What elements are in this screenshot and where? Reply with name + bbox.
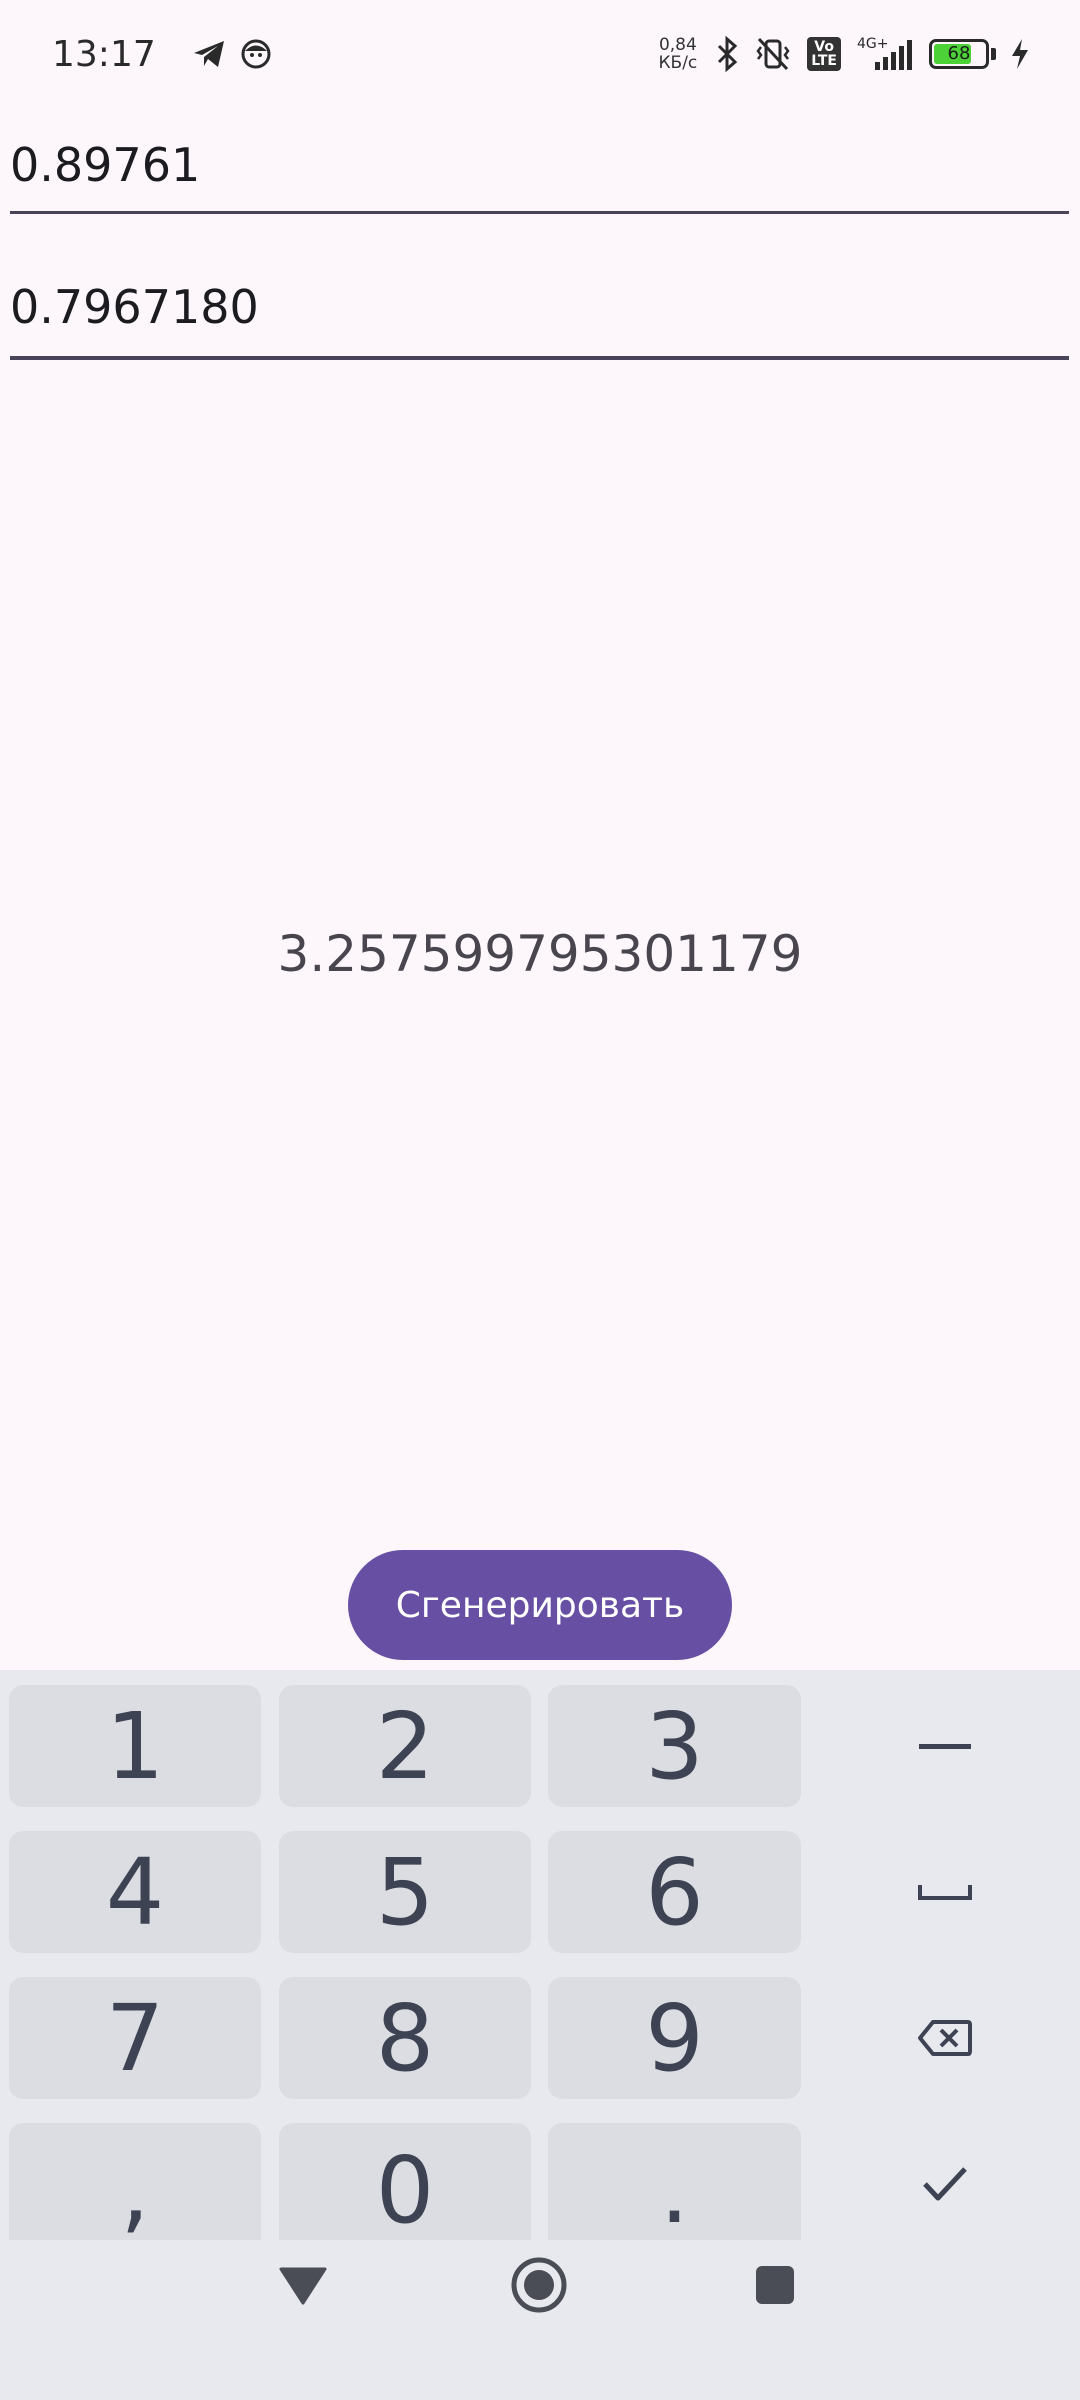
- key-4[interactable]: 4: [9, 1831, 261, 1953]
- key-3[interactable]: 3: [548, 1685, 801, 1807]
- nav-home-button[interactable]: [498, 2240, 580, 2330]
- battery-tip: [991, 48, 996, 60]
- status-right: 0,84 КБ/с Vo LTE 4G+ 68: [658, 36, 1030, 72]
- recents-icon: [756, 2266, 794, 2304]
- battery-level: 68: [947, 43, 971, 64]
- volte-icon: Vo LTE: [807, 37, 841, 71]
- net-speed: 0,84 КБ/с: [658, 36, 697, 72]
- second-number-input[interactable]: [10, 272, 1069, 342]
- backspace-key[interactable]: [818, 1977, 1071, 2099]
- status-left: 13:17: [52, 34, 272, 75]
- space-icon: [917, 1885, 972, 1900]
- space-key[interactable]: [818, 1831, 1071, 1953]
- telegram-icon: [192, 39, 226, 69]
- svg-text:4G+: 4G+: [857, 36, 889, 52]
- key-1[interactable]: 1: [9, 1685, 261, 1807]
- done-key[interactable]: [818, 2123, 1071, 2245]
- done-check-icon: [922, 2167, 967, 2201]
- nav-back-button[interactable]: [262, 2240, 344, 2330]
- first-number-input[interactable]: [10, 130, 1069, 200]
- face-notification-icon: [240, 38, 272, 70]
- backspace-icon: [917, 2020, 972, 2056]
- volte-label: Vo LTE: [807, 37, 841, 71]
- minus-icon: [918, 1744, 971, 1749]
- back-icon: [279, 2267, 327, 2305]
- first-number-field: [10, 130, 1069, 214]
- nav-recents-button[interactable]: [734, 2240, 816, 2330]
- second-number-field: [10, 272, 1069, 360]
- key-8[interactable]: 8: [279, 1977, 531, 2099]
- net-speed-unit: КБ/с: [658, 53, 698, 73]
- charging-icon: [1010, 38, 1030, 70]
- key-comma[interactable]: ,: [9, 2123, 261, 2257]
- minus-key[interactable]: [818, 1685, 1071, 1807]
- home-icon: [511, 2257, 567, 2313]
- key-7[interactable]: 7: [9, 1977, 261, 2099]
- net-speed-value: 0,84: [658, 35, 697, 55]
- signal-icon: 4G+: [855, 36, 915, 72]
- bluetooth-icon: [715, 36, 739, 72]
- key-6[interactable]: 6: [548, 1831, 801, 1953]
- key-dot[interactable]: .: [548, 2123, 801, 2257]
- status-bar: 13:17 0,84 КБ/с Vo LTE 4G+ 68: [0, 0, 1080, 108]
- generate-button[interactable]: Сгенерировать: [348, 1550, 732, 1660]
- navigation-bar: [0, 2240, 1080, 2400]
- status-time: 13:17: [52, 33, 156, 75]
- key-9[interactable]: 9: [548, 1977, 801, 2099]
- key-0[interactable]: 0: [279, 2123, 531, 2257]
- battery-icon: 68: [929, 39, 989, 69]
- key-5[interactable]: 5: [279, 1831, 531, 1953]
- result-text: 3.257599795301179: [277, 925, 803, 983]
- vibrate-mute-icon: [753, 37, 793, 71]
- key-2[interactable]: 2: [279, 1685, 531, 1807]
- numeric-keyboard: 1 2 3 4 5 6 7 8 9 , 0 .: [0, 1670, 1080, 2257]
